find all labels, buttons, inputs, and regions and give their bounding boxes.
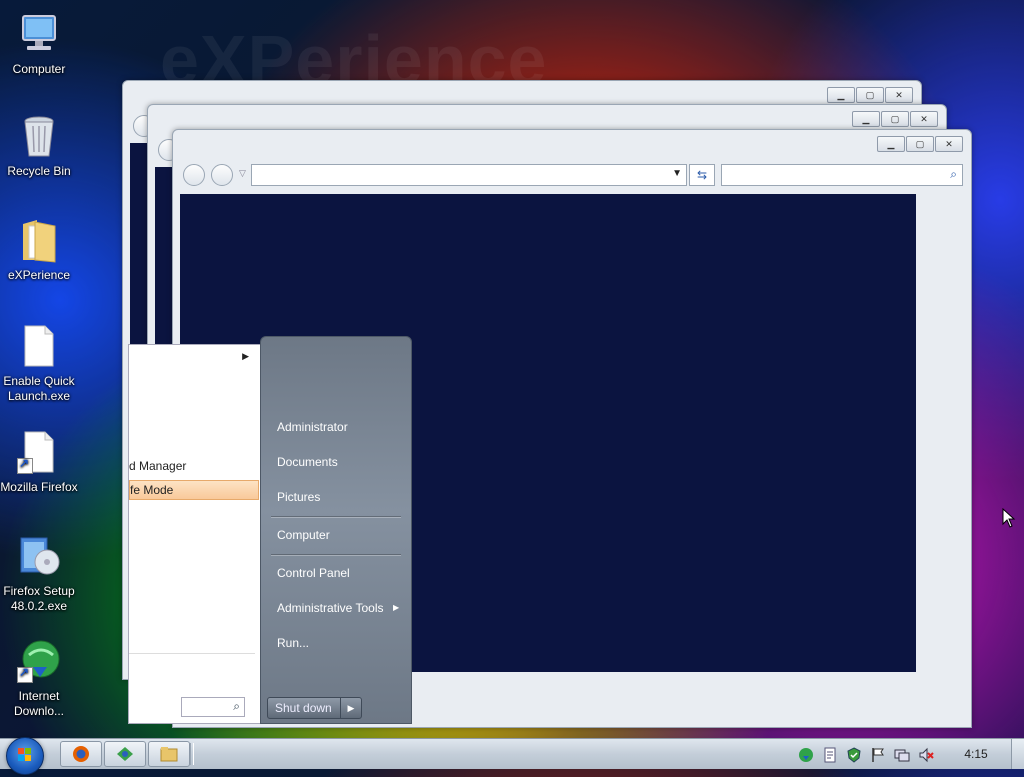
submenu-arrow-icon: ▶: [393, 603, 400, 612]
search-icon[interactable]: ⌕: [233, 699, 240, 714]
start-button[interactable]: [6, 737, 44, 775]
maximize-icon[interactable]: ▢: [906, 136, 934, 152]
desktop-icon-label: Recycle Bin: [7, 164, 71, 178]
divider: [271, 554, 401, 555]
start-item-administrative-tools[interactable]: Administrative Tools: [277, 601, 384, 615]
computer-icon: [15, 10, 63, 58]
taskbar-grip[interactable]: [190, 743, 194, 765]
program-item[interactable]: d Manager: [129, 459, 186, 473]
desktop-icon-label: Mozilla Firefox: [0, 480, 78, 494]
desktop-icon-enable-quick-launch[interactable]: Enable Quick Launch.exe: [0, 322, 78, 404]
close-icon[interactable]: ✕: [885, 87, 913, 103]
close-icon[interactable]: ✕: [910, 111, 938, 127]
search-box[interactable]: ⌕: [721, 164, 963, 186]
download-manager-icon: [15, 637, 63, 685]
firefox-icon: [73, 746, 89, 762]
idm-tray-icon[interactable]: [798, 747, 814, 763]
start-menu-places-pane: Administrator Documents Pictures Compute…: [260, 336, 412, 724]
desktop-icon-experience[interactable]: eXPerience: [0, 216, 78, 283]
start-item-control-panel[interactable]: Control Panel: [277, 566, 350, 580]
desktop-icon-label: Internet Downlo...: [13, 689, 65, 718]
volume-muted-icon[interactable]: [918, 747, 934, 763]
start-item-computer[interactable]: Computer: [277, 528, 330, 542]
installer-icon: [15, 532, 63, 580]
desktop-icon-recycle-bin[interactable]: Recycle Bin: [0, 112, 78, 179]
search-programs-input[interactable]: ⌕: [181, 697, 245, 717]
desktop-icon-computer[interactable]: Computer: [0, 10, 78, 77]
flag-icon[interactable]: [870, 747, 886, 763]
shutdown-options-arrow-icon[interactable]: ▶: [340, 697, 362, 719]
divider: [271, 516, 401, 517]
start-item-administrator[interactable]: Administrator: [277, 420, 348, 434]
desktop-icon-label: Computer: [12, 62, 66, 76]
mouse-cursor-icon: [1002, 508, 1016, 528]
network-tray-icon[interactable]: [894, 747, 910, 763]
address-bar[interactable]: ▼: [251, 164, 687, 186]
folder-icon: [15, 216, 63, 264]
show-desktop-button[interactable]: [1011, 739, 1024, 769]
explorer-icon: [160, 747, 178, 762]
submenu-arrow-icon: ▶: [242, 351, 249, 361]
maximize-icon[interactable]: ▢: [856, 87, 884, 103]
taskbar-network-button[interactable]: [104, 741, 146, 767]
back-button[interactable]: [183, 164, 205, 186]
minimize-icon[interactable]: ▁: [877, 136, 905, 152]
desktop-icon-firefox-setup[interactable]: Firefox Setup 48.0.2.exe: [0, 532, 78, 614]
shutdown-button[interactable]: Shut down: [267, 697, 341, 719]
start-menu-programs-pane: ▶ d Manager fe Mode ⌕: [128, 344, 262, 724]
recycle-bin-icon: [15, 112, 63, 160]
maximize-icon[interactable]: ▢: [881, 111, 909, 127]
desktop-icon-mozilla-firefox[interactable]: Mozilla Firefox: [0, 428, 78, 495]
program-item-highlighted[interactable]: fe Mode: [129, 480, 259, 500]
taskbar-clock[interactable]: 4:15: [956, 747, 996, 761]
desktop-icon-label: eXPerience: [7, 268, 71, 282]
document-tray-icon[interactable]: [822, 747, 838, 763]
start-item-documents[interactable]: Documents: [277, 455, 338, 469]
security-tray-icon[interactable]: [846, 747, 862, 763]
file-shortcut-icon: [15, 428, 63, 476]
refresh-icon[interactable]: ⇆: [689, 164, 715, 186]
close-icon[interactable]: ✕: [935, 136, 963, 152]
recent-pages-chevron-icon[interactable]: ▽: [239, 168, 246, 179]
minimize-icon[interactable]: ▁: [827, 87, 855, 103]
windows-logo-icon: [18, 748, 31, 761]
taskbar: 4:15: [0, 737, 1024, 775]
start-item-run[interactable]: Run...: [277, 636, 309, 650]
shortcut-arrow-icon: [17, 456, 33, 474]
taskbar-explorer-button[interactable]: [148, 741, 190, 767]
desktop-icon-label: Firefox Setup 48.0.2.exe: [3, 584, 75, 613]
divider: [129, 653, 255, 654]
start-item-pictures[interactable]: Pictures: [277, 490, 320, 504]
taskbar-firefox-button[interactable]: [60, 741, 102, 767]
desktop-icon-internet-download[interactable]: Internet Downlo...: [0, 637, 78, 719]
file-icon: [15, 322, 63, 370]
forward-button[interactable]: [211, 164, 233, 186]
search-icon[interactable]: ⌕: [950, 167, 957, 182]
shortcut-arrow-icon: [17, 665, 33, 683]
desktop-icon-label: Enable Quick Launch.exe: [3, 374, 75, 403]
network-icon: [117, 747, 133, 761]
minimize-icon[interactable]: ▁: [852, 111, 880, 127]
address-dropdown-icon[interactable]: ▼: [672, 168, 682, 179]
